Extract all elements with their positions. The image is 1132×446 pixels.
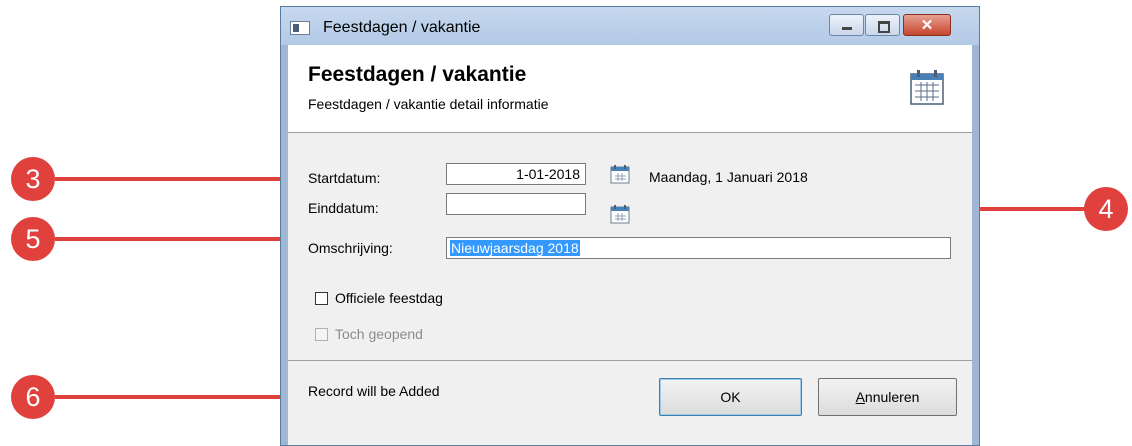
callout-4: 4 (1084, 187, 1128, 231)
callout-6: 6 (11, 375, 55, 419)
app-icon (290, 21, 310, 35)
end-date-label: Einddatum: (308, 200, 379, 216)
callout-5: 5 (11, 217, 55, 261)
still-open-label: Toch geopend (335, 326, 423, 342)
page-subtitle: Feestdagen / vakantie detail informatie (308, 96, 549, 112)
title-bar[interactable]: Feestdagen / vakantie ✕ (281, 7, 979, 45)
official-holiday-label: Officiele feestdag (335, 290, 443, 306)
start-date-label: Startdatum: (308, 170, 381, 186)
description-value: Nieuwjaarsdag 2018 (450, 240, 580, 256)
start-date-field[interactable]: 1-01-2018 (446, 163, 586, 185)
dialog-window: Feestdagen / vakantie ✕ Feestdagen / vak… (280, 6, 980, 446)
footer-divider (288, 360, 972, 361)
dialog-header: Feestdagen / vakantie Feestdagen / vakan… (288, 45, 972, 133)
close-button[interactable]: ✕ (903, 14, 951, 36)
minimize-button[interactable] (829, 14, 864, 36)
still-open-checkbox[interactable] (315, 328, 328, 341)
status-text: Record will be Added (308, 383, 440, 399)
start-date-picker-icon[interactable] (610, 164, 630, 184)
cancel-button[interactable]: Annuleren (818, 378, 957, 416)
page-title: Feestdagen / vakantie (308, 63, 527, 86)
callout-3: 3 (11, 157, 55, 201)
calendar-icon (910, 70, 944, 105)
maximize-button[interactable] (865, 14, 900, 36)
end-date-field[interactable] (446, 193, 586, 215)
ok-button[interactable]: OK (659, 378, 802, 416)
close-icon: ✕ (920, 17, 934, 34)
end-date-picker-icon[interactable] (610, 204, 630, 224)
description-label: Omschrijving: (308, 240, 393, 256)
dialog-client: Feestdagen / vakantie Feestdagen / vakan… (288, 45, 972, 445)
start-date-description: Maandag, 1 Januari 2018 (649, 169, 808, 185)
official-holiday-checkbox[interactable] (315, 292, 328, 305)
description-field[interactable]: Nieuwjaarsdag 2018 (446, 237, 951, 259)
window-title: Feestdagen / vakantie (323, 19, 481, 36)
